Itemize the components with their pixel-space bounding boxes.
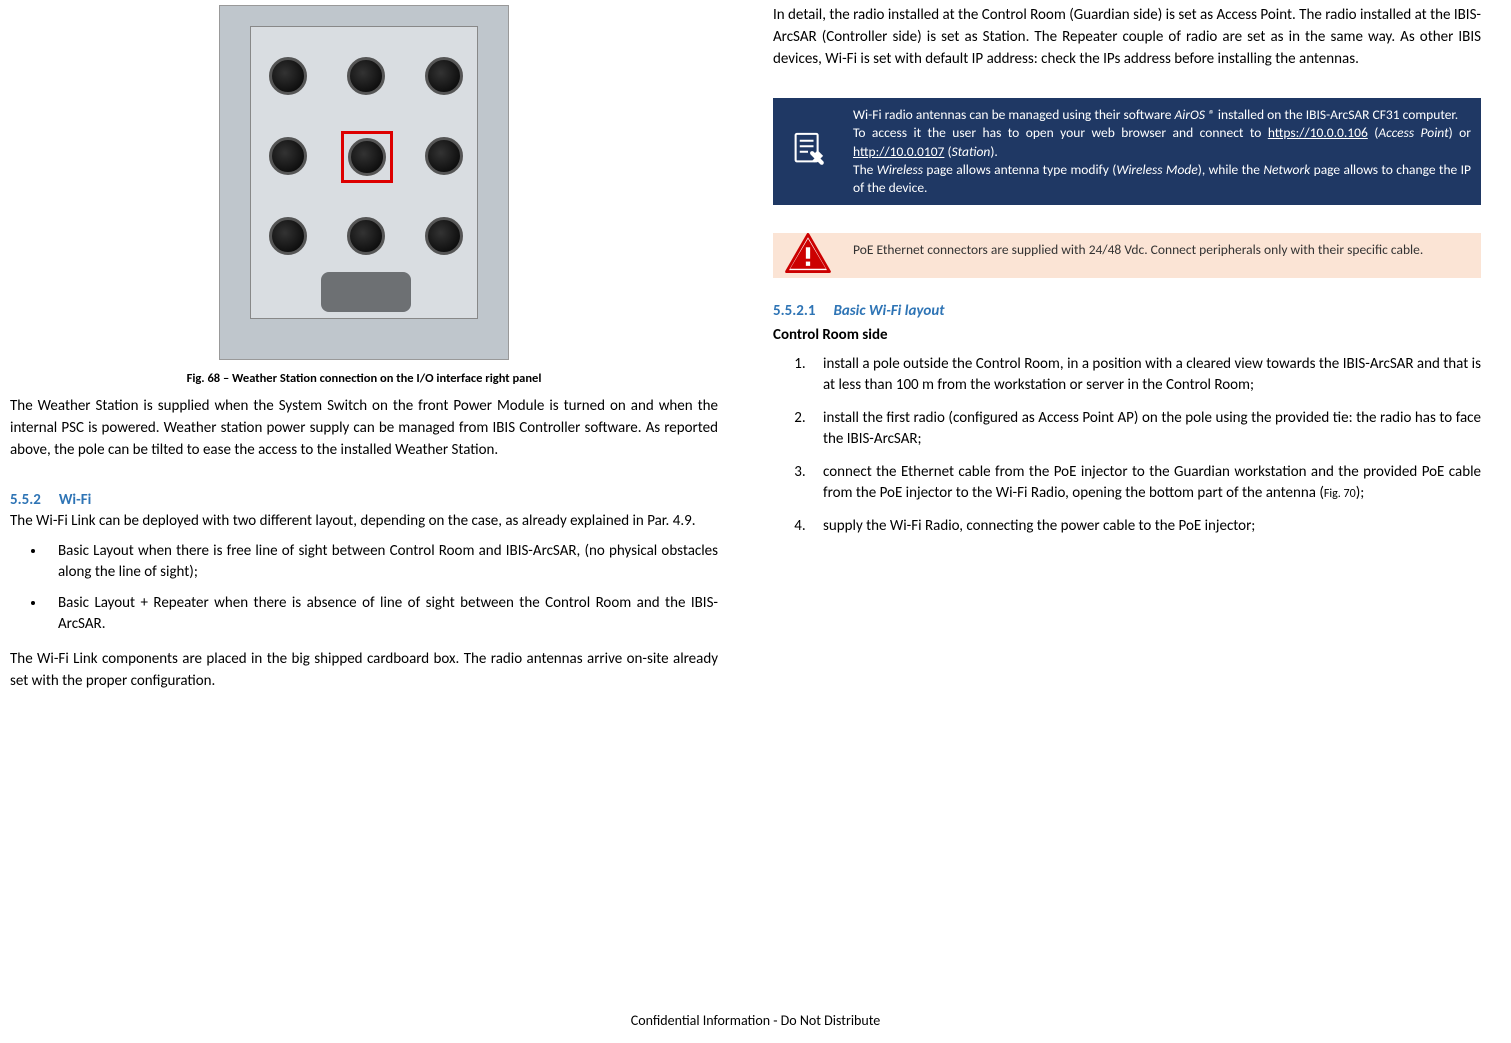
figure-68	[10, 5, 718, 365]
heading-control-room-side: Control Room side	[773, 326, 1481, 344]
heading-5-5-2-1: 5.5.2.1 Basic Wi-Fi layout	[773, 302, 1481, 320]
note-icon-cell	[773, 98, 843, 205]
bullet-basic-repeater: Basic Layout + Repeater when there is ab…	[46, 593, 718, 635]
figure-highlight-box	[341, 131, 393, 183]
step-3: connect the Ethernet cable from the PoE …	[809, 462, 1481, 504]
heading-5-5-2: 5.5.2 Wi-Fi	[10, 491, 718, 509]
radio-detail-paragraph: In detail, the radio installed at the Co…	[773, 5, 1481, 70]
page-footer: Confidential Information - Do Not Distri…	[0, 1012, 1511, 1029]
heading-text: Wi-Fi	[59, 491, 91, 509]
note-airos-text: Wi-Fi radio antennas can be managed usin…	[843, 98, 1481, 205]
step-2: install the first radio (configured as A…	[809, 408, 1481, 450]
warning-icon-cell	[773, 233, 843, 278]
left-column: Fig. 68 – Weather Station connection on …	[10, 0, 718, 693]
weather-station-paragraph: The Weather Station is supplied when the…	[10, 396, 718, 461]
warning-poe-text: PoE Ethernet connectors are supplied wit…	[843, 233, 1481, 278]
note-airos: Wi-Fi radio antennas can be managed usin…	[773, 98, 1481, 205]
control-room-steps: install a pole outside the Control Room,…	[773, 354, 1481, 537]
layout-bullets: Basic Layout when there is free line of …	[10, 541, 718, 635]
heading-number: 5.5.2.1	[773, 302, 815, 320]
warning-poe: PoE Ethernet connectors are supplied wit…	[773, 233, 1481, 278]
heading-text: Basic Wi-Fi layout	[833, 302, 944, 320]
right-column: In detail, the radio installed at the Co…	[773, 0, 1481, 693]
note-icon	[786, 127, 830, 176]
step-1: install a pole outside the Control Room,…	[809, 354, 1481, 396]
figure-68-caption: Fig. 68 – Weather Station connection on …	[10, 371, 718, 386]
figure-68-image	[219, 5, 509, 360]
step-4: supply the Wi-Fi Radio, connecting the p…	[809, 516, 1481, 537]
heading-number: 5.5.2	[10, 491, 41, 509]
fig-70-ref: Fig. 70	[1324, 487, 1356, 501]
warning-icon	[785, 233, 831, 278]
wifi-components-paragraph: The Wi-Fi Link components are placed in …	[10, 649, 718, 693]
link-access-point-url[interactable]: https://10.0.0.106	[1268, 124, 1368, 141]
wifi-intro-paragraph: The Wi-Fi Link can be deployed with two …	[10, 511, 718, 533]
link-station-url[interactable]: http://10.0.0107	[853, 143, 944, 160]
bullet-basic-layout: Basic Layout when there is free line of …	[46, 541, 718, 583]
